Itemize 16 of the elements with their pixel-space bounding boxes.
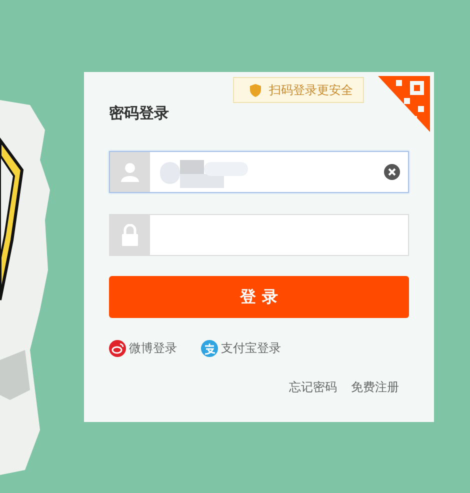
weibo-icon	[109, 340, 126, 357]
user-icon	[121, 162, 139, 182]
qr-tip-text: 扫码登录更安全	[269, 82, 353, 98]
social-login-link[interactable]: 微博登录	[109, 340, 177, 357]
qr-code-icon[interactable]	[378, 76, 430, 132]
shield-icon	[250, 84, 261, 96]
social-login-link[interactable]: 支付宝登录	[201, 340, 281, 357]
lock-icon	[121, 224, 139, 246]
clear-icon[interactable]	[384, 164, 400, 180]
footer-link[interactable]: 忘记密码	[289, 379, 337, 396]
footer-link[interactable]: 免费注册	[351, 379, 399, 396]
alipay-icon	[201, 340, 218, 357]
password-field[interactable]	[109, 214, 409, 256]
panel-title: 密码登录	[109, 104, 170, 124]
username-field[interactable]	[109, 151, 409, 193]
login-button[interactable]: 登 录	[109, 276, 409, 318]
